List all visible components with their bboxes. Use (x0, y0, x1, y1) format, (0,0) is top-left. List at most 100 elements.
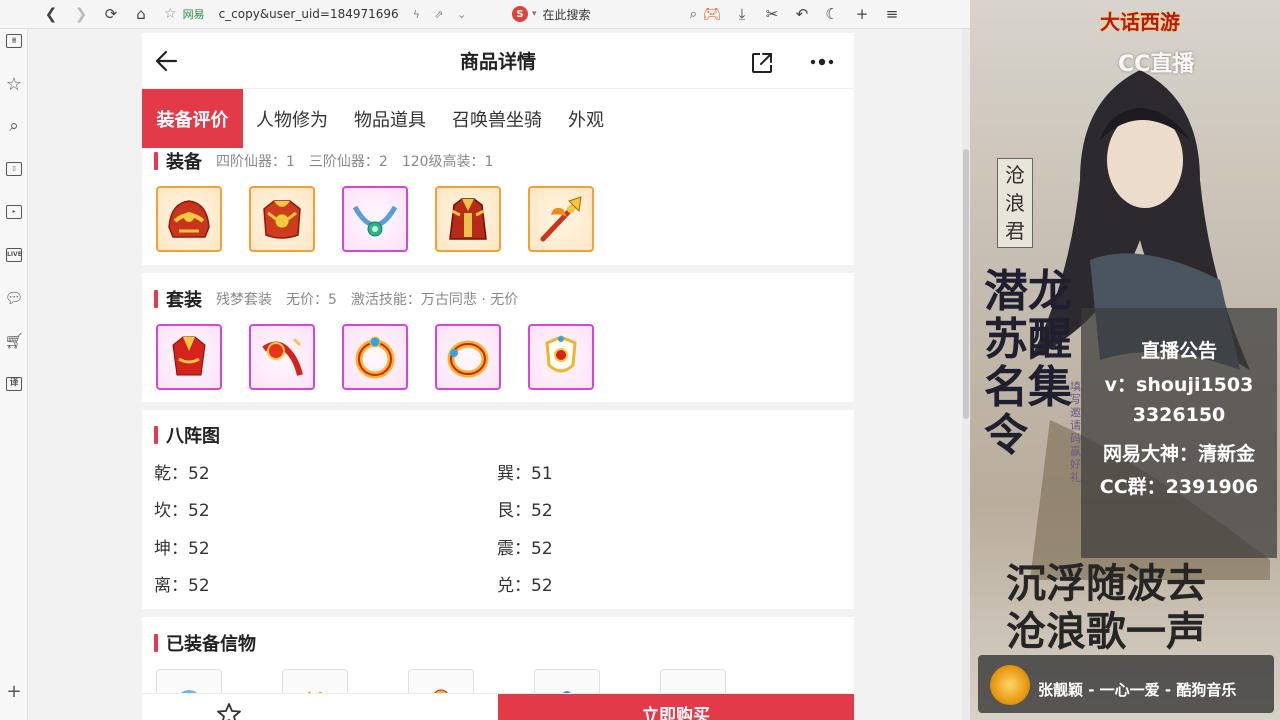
tab-items[interactable]: 物品道具 (341, 89, 439, 148)
ring-icon[interactable] (342, 324, 408, 390)
bagua-zhen: 震：52 (497, 539, 553, 559)
bracelet-icon[interactable] (435, 324, 501, 390)
back-arrow-icon[interactable] (154, 49, 180, 73)
translate-icon[interactable]: 译 (4, 374, 24, 394)
event-title-line: 令 (984, 410, 1028, 461)
back-icon[interactable]: ❮ (36, 0, 66, 29)
home-icon[interactable]: ⌂ (126, 0, 156, 29)
search-placeholder: 在此搜索 (542, 7, 591, 22)
site-label: 网易 (182, 8, 205, 21)
page-title: 商品详情 (459, 51, 536, 73)
robe-icon[interactable] (435, 186, 501, 252)
download-icon[interactable]: ⤓ (727, 0, 757, 29)
tab-bar: 装备评价 人物修为 物品道具 召唤兽坐骑 外观 (142, 89, 854, 148)
section-summary: 残梦套装 无价：5 激活技能：万古同悲 · 无价 (216, 292, 519, 308)
set-heading: 套装 残梦套装 无价：5 激活技能：万古同悲 · 无价 (154, 287, 518, 311)
equipment-section: 装备 四阶仙器：1 三阶仙器：2 120级高装：1 (142, 148, 854, 265)
event-title-line: 名集 (984, 362, 1072, 413)
engine-chevron-icon[interactable]: ▾ (532, 9, 537, 19)
news-icon[interactable]: ≣ (4, 31, 24, 51)
bagua-qian: 乾：52 (154, 464, 210, 484)
live-icon[interactable]: LIVE (4, 245, 24, 265)
tab-summons-mounts[interactable]: 召唤兽坐骑 (439, 89, 555, 148)
chat-icon[interactable]: 💬︎ (4, 288, 24, 308)
search-icon[interactable]: ⌕ (4, 116, 24, 136)
event-title-line: 潜龙 (984, 266, 1072, 317)
scissors-icon[interactable]: ✂ (757, 0, 787, 29)
section-title: 八阵图 (166, 426, 220, 447)
lightning-icon[interactable]: ϟ (413, 8, 420, 21)
undo-icon[interactable]: ↶ (787, 0, 817, 29)
name-char: 浪 (1005, 191, 1025, 215)
name-char: 沧 (1005, 163, 1025, 187)
dropdown-chevron-icon[interactable]: ⌄ (457, 8, 466, 21)
tab-equipment-review[interactable]: 装备评价 (142, 89, 243, 148)
notice-line: 3326150 (1132, 404, 1226, 426)
name-char: 君 (1005, 219, 1025, 243)
star-icon[interactable]: ☆ (4, 74, 24, 95)
notice-line: CC群：2391906 (1099, 476, 1259, 498)
necklace-icon[interactable] (342, 186, 408, 252)
bagua-xun: 巽：51 (497, 464, 553, 484)
page-scrollbar[interactable] (962, 29, 970, 720)
section-title: 装备 (166, 152, 202, 173)
set-section: 套装 残梦套装 无价：5 激活技能：万古同悲 · 无价 (142, 273, 854, 402)
page-viewport: 商品详情 装备评价 人物修为 物品道具 召唤兽坐骑 外观 装备 四阶仙器：1 三… (28, 29, 970, 720)
section-title: 已装备信物 (166, 634, 256, 655)
bagua-heading: 八阵图 (154, 423, 220, 447)
address-bar[interactable]: ☆ 网易 c_copy&user_uid=184971696 ϟ ⇗ ⌄ (164, 3, 504, 25)
search-box[interactable]: S ▾ 在此搜索 ⌕ (512, 3, 697, 25)
game-logo: 大话西游 (1100, 10, 1180, 34)
menu-icon[interactable]: ≡ (877, 0, 907, 29)
section-marker (154, 152, 158, 170)
buy-now-button[interactable]: 立即购买 (498, 694, 854, 720)
book-icon[interactable]: ▯ (4, 159, 24, 179)
bookmark-star-icon[interactable]: ☆ (164, 6, 177, 22)
notice-title: 直播公告 (1140, 340, 1217, 362)
screen: ❮ ❯ ⟳ ⌂ ☆ 网易 c_copy&user_uid=184971696 ϟ… (0, 0, 1280, 720)
favorite-star-icon[interactable] (216, 702, 242, 720)
stream-overlay: 大话西游 CC直播 沧 浪 君 潜龙 苏醒 名集 令 填写邀请码赢好礼 直播公告… (970, 0, 1280, 720)
section-title: 套装 (166, 290, 202, 311)
event-title-line: 苏醒 (984, 314, 1072, 365)
tokens-heading: 已装备信物 (154, 631, 256, 655)
detail-header: 商品详情 (142, 33, 854, 89)
scrollbar-thumb[interactable] (963, 149, 969, 419)
night-mode-icon[interactable]: ☾ (817, 0, 847, 29)
amulet-icon[interactable] (528, 324, 594, 390)
search-icon[interactable]: ⌕ (690, 7, 697, 22)
armor-icon[interactable] (249, 186, 315, 252)
weapon-icon[interactable] (528, 186, 594, 252)
tab-appearance[interactable]: 外观 (555, 89, 617, 148)
notice-line: 网易大神：清新金 (1102, 443, 1255, 465)
game-controller-icon[interactable]: 🎮︎ (697, 0, 727, 29)
refresh-icon[interactable]: ⟳ (96, 0, 126, 29)
stream-notice: 直播公告 v：shouji1503 3326150 网易大神：清新金 CC群：2… (1081, 308, 1277, 558)
url-text[interactable]: c_copy&user_uid=184971696 (219, 7, 399, 21)
event-title: 潜龙 苏醒 名集 令 (984, 268, 1074, 460)
bagua-li: 离：52 (154, 576, 210, 596)
equipment-items (156, 186, 621, 252)
sogou-logo-icon: S (512, 6, 528, 22)
more-options-icon[interactable] (808, 55, 836, 69)
robe-set-icon[interactable] (156, 324, 222, 390)
equipment-heading: 装备 四阶仙器：1 三阶仙器：2 120级高装：1 (154, 149, 493, 173)
bottom-action-bar: 立即购买 (142, 693, 854, 720)
bagua-kan: 坎：52 (154, 501, 210, 521)
share-icon[interactable] (750, 51, 774, 75)
now-playing: 张靓颖 - 一心一爱 - 酷狗音乐 (1038, 681, 1237, 699)
video-icon[interactable]: ▸ (4, 202, 24, 222)
poem-line: 沧浪歌一声 (1006, 608, 1206, 655)
helmet-icon[interactable] (156, 186, 222, 252)
forward-icon[interactable]: ❯ (66, 0, 96, 29)
new-tab-icon[interactable]: + (847, 0, 877, 29)
share-page-icon[interactable]: ⇗ (434, 8, 443, 21)
cart-icon[interactable]: 🛒︎ (4, 331, 24, 351)
character-name-tag: 沧 浪 君 (997, 158, 1033, 248)
browser-sidebar: ≣ ☆ ⌕ ▯ ▸ LIVE 💬︎ 🛒︎ 译 + (0, 29, 28, 720)
tab-character-cultivation[interactable]: 人物修为 (243, 89, 341, 148)
browser-toolbar: ❮ ❯ ⟳ ⌂ ☆ 网易 c_copy&user_uid=184971696 ϟ… (0, 0, 970, 29)
plus-icon[interactable]: + (4, 681, 24, 702)
section-marker (154, 290, 158, 308)
sash-icon[interactable] (249, 324, 315, 390)
